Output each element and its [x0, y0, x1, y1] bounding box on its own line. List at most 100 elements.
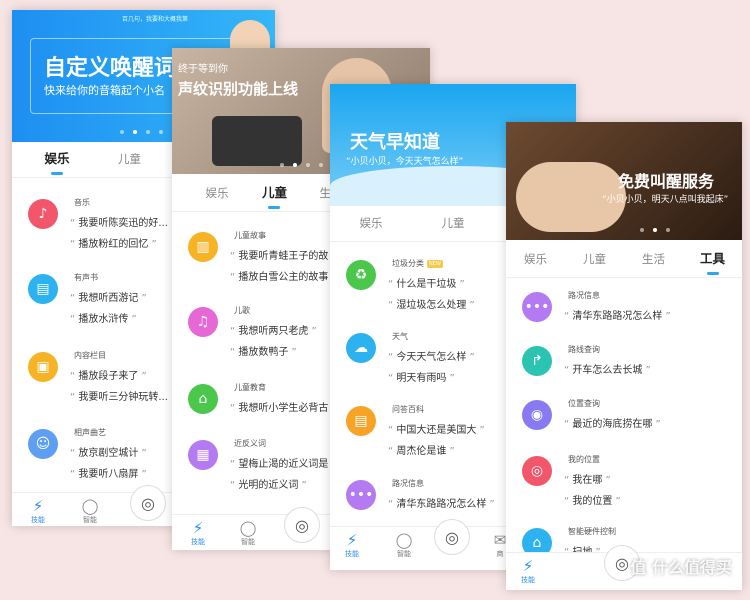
music-icon: ♪	[28, 199, 58, 229]
example-query: 开车怎么去长城	[564, 361, 651, 376]
nav-skills[interactable]: ⚡ 技能	[178, 519, 218, 547]
tab-entertainment[interactable]: 娱乐	[330, 206, 412, 241]
example-query: 中国大还是美国大	[388, 421, 485, 436]
category-label: 智能硬件控制	[568, 527, 616, 536]
example-query: 放京剧空城计	[70, 444, 147, 459]
nav-skills[interactable]: ⚡ 技能	[18, 497, 58, 525]
banner-subtitle: 快来给你的音箱起个小名	[44, 84, 165, 97]
bulb-icon: ◯	[395, 531, 413, 549]
carousel-dots	[120, 130, 176, 134]
encyclopedia-icon: ▤	[346, 406, 376, 436]
category-label: 儿童教育	[234, 383, 266, 392]
route-icon: ↱	[522, 346, 552, 376]
example-query: 什么是干垃圾	[388, 275, 465, 290]
example-query: 我要听青蛙王子的故	[230, 247, 337, 262]
example-query: 我要听三分钟玩转...	[70, 388, 176, 403]
tab-children[interactable]: 儿童	[412, 206, 494, 241]
carousel-dots	[640, 228, 670, 232]
recycle-icon: ♻	[346, 260, 376, 290]
bulb-icon: ◯	[239, 519, 257, 537]
example-query: 光明的近义词	[230, 476, 307, 491]
disc-button[interactable]: ◎	[434, 519, 470, 555]
example-query: 我想听西游记	[70, 289, 147, 304]
category-label: 路况信息	[568, 291, 600, 300]
tab-entertainment[interactable]: 娱乐	[12, 142, 102, 177]
category-label: 天气	[392, 332, 408, 341]
banner-wake-up[interactable]: 免费叫醒服务 “小贝小贝，明天八点叫我起床”	[506, 122, 742, 240]
tab-children[interactable]: 儿童	[565, 242, 624, 277]
category-label: 路况信息	[392, 479, 424, 488]
cloud-icon: ☁	[346, 333, 376, 363]
category-label: 儿童故事	[234, 231, 266, 240]
music-note-icon: ♫	[188, 307, 218, 337]
category-text: 垃圾分类	[392, 259, 424, 268]
category-label: 问答百科	[392, 405, 424, 414]
traffic-icon: •••	[346, 480, 376, 510]
location-icon: ◉	[522, 400, 552, 430]
category-label: 儿歌	[234, 306, 250, 315]
nav-smart[interactable]: ◯ 智能	[228, 519, 268, 547]
example-query: 我要听陈奕迅的好...	[70, 214, 176, 229]
carousel-dots	[280, 163, 323, 167]
tab-children[interactable]: 儿童	[102, 142, 157, 177]
banner-title: 免费叫醒服务	[618, 172, 715, 191]
banner-title: 天气早知道	[350, 132, 440, 153]
nav-smart[interactable]: ◯ 智能	[384, 531, 424, 559]
tab-children[interactable]: 儿童	[262, 176, 287, 211]
example-query: 我要听八扇屏	[70, 465, 147, 480]
traffic-icon: •••	[522, 292, 552, 322]
category-label: 有声书	[74, 273, 98, 282]
speaker-illustration	[212, 116, 302, 166]
tab-life[interactable]: 生活	[624, 242, 683, 277]
new-badge: NEW	[427, 260, 443, 268]
category-label: 垃圾分类 NEW	[392, 258, 443, 269]
nav-skills[interactable]: ⚡ 技能	[508, 557, 548, 585]
example-query: 播放粉红的回忆	[70, 235, 157, 250]
tab-entertainment[interactable]: 娱乐	[506, 242, 565, 277]
watermark: 值 什么值得买	[630, 558, 732, 577]
mask-icon: ☺	[28, 429, 58, 459]
nav-smart[interactable]: ◯ 智能	[70, 497, 110, 525]
example-query: 播放段子来了	[70, 367, 147, 382]
category-label: 内容栏目	[74, 351, 106, 360]
category-label: 路线查询	[568, 345, 600, 354]
example-query: 望梅止渴的近义词是	[230, 455, 337, 470]
category-label: 相声曲艺	[74, 428, 106, 437]
school-icon: ⌂	[188, 384, 218, 414]
category-label: 近反义词	[234, 439, 266, 448]
tab-entertainment[interactable]: 娱乐	[172, 176, 262, 211]
banner-small-text: 百几句，我要和大概我第	[122, 16, 189, 23]
example-query: 最近的海底捞在哪	[564, 415, 661, 430]
example-query: 我想听小学生必背古	[230, 399, 337, 414]
category-label: 音乐	[74, 198, 90, 207]
category-label: 我的位置	[568, 455, 600, 464]
nav-label: 智能	[241, 538, 255, 546]
example-query: 播放白雪公主的故事	[230, 268, 337, 283]
list-item[interactable]: ◎ 我的位置 我在哪 我的位置	[506, 452, 742, 532]
example-query: 播放水浒传	[70, 310, 137, 325]
nav-label: 智能	[83, 516, 97, 524]
lightning-icon: ⚡	[32, 497, 44, 515]
banner-subtitle: “小贝小贝，明天八点叫我起床”	[602, 195, 729, 205]
example-query: 我在哪	[564, 471, 611, 486]
dictionary-icon: ▦	[188, 440, 218, 470]
category-tabs: 娱乐 儿童 生活 工具	[506, 242, 742, 278]
example-query: 周杰伦是谁	[388, 442, 455, 457]
nav-label: 技能	[521, 576, 535, 584]
lightning-icon: ⚡	[346, 531, 358, 549]
example-query: 今天天气怎么样	[388, 348, 475, 363]
my-location-icon: ◎	[522, 456, 552, 486]
disc-button[interactable]: ◎	[284, 507, 320, 543]
example-query: 我的位置	[564, 492, 621, 507]
bulb-icon: ◯	[81, 497, 99, 515]
nav-skills[interactable]: ⚡ 技能	[332, 531, 372, 559]
nav-label: 智能	[397, 550, 411, 558]
phone-screen-tools: 免费叫醒服务 “小贝小贝，明天八点叫我起床” 娱乐 儿童 生活 工具 ••• 路…	[506, 122, 742, 590]
disc-button[interactable]: ◎	[130, 485, 166, 521]
lightning-icon: ⚡	[522, 557, 534, 575]
category-label: 位置查询	[568, 399, 600, 408]
nav-label: 技能	[191, 538, 205, 546]
example-query: 清华东路路况怎么样	[388, 495, 495, 510]
tab-tools[interactable]: 工具	[683, 242, 742, 277]
storybook-icon: ▥	[188, 232, 218, 262]
